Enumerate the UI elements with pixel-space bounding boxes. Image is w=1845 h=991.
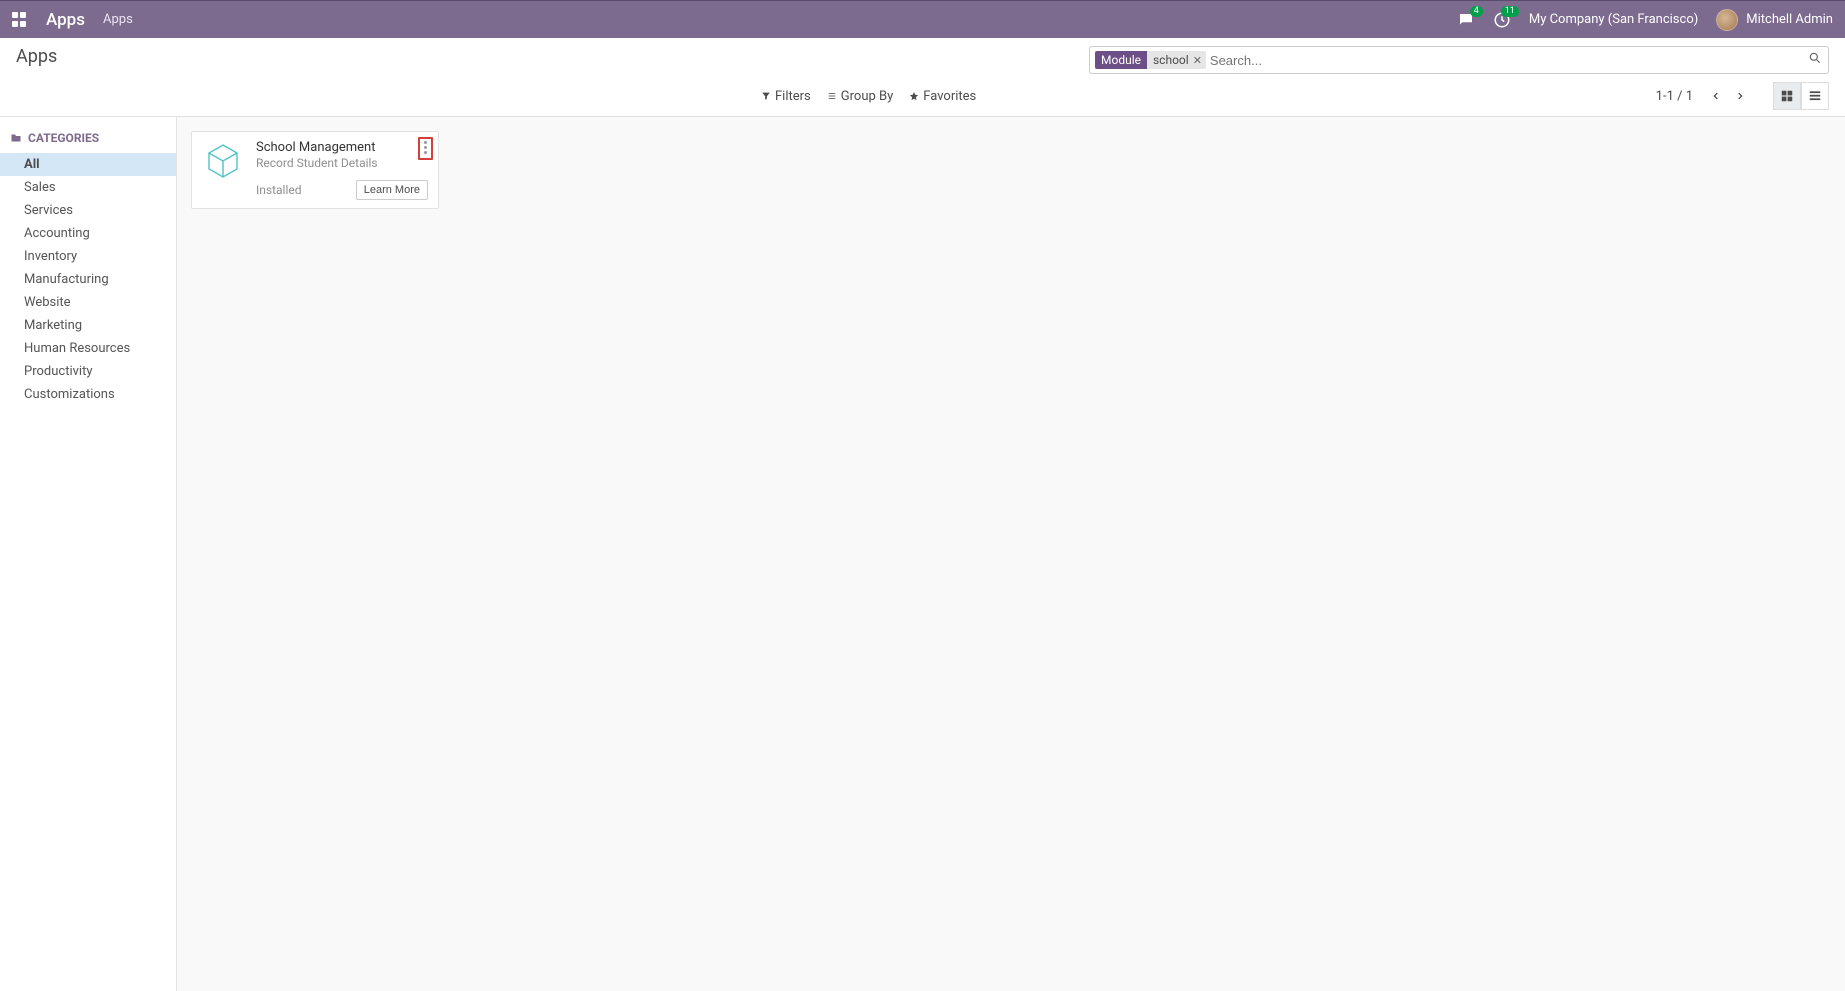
category-productivity[interactable]: Productivity — [0, 360, 176, 383]
filter-bar: Filters Group By Favorites — [761, 89, 976, 104]
module-cube-icon — [202, 140, 244, 182]
app-card[interactable]: School Management Record Student Details… — [191, 131, 439, 209]
apps-menu-icon[interactable] — [12, 12, 28, 28]
list-icon — [827, 91, 837, 101]
kebab-highlight — [418, 137, 433, 160]
favorites-button[interactable]: Favorites — [909, 89, 976, 104]
activities-icon[interactable]: 11 — [1493, 11, 1511, 29]
search-facet-value: school ✕ — [1147, 51, 1206, 69]
kanban-icon — [1780, 89, 1794, 103]
messages-badge: 4 — [1470, 6, 1483, 17]
learn-more-button[interactable]: Learn More — [356, 180, 428, 200]
pager-next-button[interactable] — [1729, 85, 1751, 107]
pager-prev-button[interactable] — [1705, 85, 1727, 107]
page-title: Apps — [16, 46, 57, 67]
list-view-button[interactable] — [1801, 82, 1829, 110]
filters-button[interactable]: Filters — [761, 89, 811, 104]
search-facet-text: school — [1153, 53, 1189, 67]
user-name: Mitchell Admin — [1746, 12, 1833, 27]
navbar-right: 4 11 My Company (San Francisco) Mitchell… — [1457, 9, 1833, 31]
nav-apps-link[interactable]: Apps — [103, 12, 133, 27]
list-view-icon — [1808, 89, 1822, 103]
category-services[interactable]: Services — [0, 199, 176, 222]
control-panel: Apps Module school ✕ Filters — [0, 38, 1845, 117]
pager-text: 1-1 / 1 — [1656, 89, 1693, 104]
messages-icon[interactable]: 4 — [1457, 11, 1475, 29]
top-navbar: Apps Apps 4 11 My Company (San Francisco… — [0, 0, 1845, 38]
app-body: CATEGORIES All Sales Services Accounting… — [0, 117, 1845, 991]
avatar-icon — [1716, 9, 1738, 31]
favorites-label: Favorites — [923, 89, 976, 104]
brand-title[interactable]: Apps — [46, 10, 85, 30]
card-body: School Management Record Student Details… — [256, 140, 428, 200]
search-box[interactable]: Module school ✕ — [1089, 46, 1829, 74]
filters-label: Filters — [775, 89, 811, 104]
category-website[interactable]: Website — [0, 291, 176, 314]
category-accounting[interactable]: Accounting — [0, 222, 176, 245]
module-title: School Management — [256, 140, 428, 155]
pager: 1-1 / 1 — [1656, 85, 1751, 107]
category-list: All Sales Services Accounting Inventory … — [0, 153, 176, 406]
search-input[interactable] — [1206, 53, 1808, 68]
category-all[interactable]: All — [0, 153, 176, 176]
remove-facet-icon[interactable]: ✕ — [1193, 54, 1202, 67]
groupby-button[interactable]: Group By — [827, 89, 894, 104]
user-menu[interactable]: Mitchell Admin — [1716, 9, 1833, 31]
category-customizations[interactable]: Customizations — [0, 383, 176, 406]
view-switcher — [1773, 82, 1829, 110]
module-status: Installed — [256, 183, 302, 197]
kanban-area: School Management Record Student Details… — [177, 117, 1845, 991]
categories-label: CATEGORIES — [28, 131, 99, 145]
activities-badge: 11 — [1501, 6, 1519, 17]
category-marketing[interactable]: Marketing — [0, 314, 176, 337]
folder-icon — [10, 132, 22, 144]
module-menu-icon[interactable] — [424, 141, 427, 154]
search-icon[interactable] — [1808, 51, 1822, 69]
search-facet-type: Module — [1095, 51, 1147, 69]
funnel-icon — [761, 91, 771, 101]
groupby-label: Group By — [841, 89, 894, 104]
module-subtitle: Record Student Details — [256, 156, 428, 170]
categories-header: CATEGORIES — [0, 127, 176, 149]
category-hr[interactable]: Human Resources — [0, 337, 176, 360]
star-icon — [909, 91, 919, 101]
sidebar: CATEGORIES All Sales Services Accounting… — [0, 117, 177, 991]
navbar-left: Apps Apps — [12, 10, 133, 30]
category-manufacturing[interactable]: Manufacturing — [0, 268, 176, 291]
company-name[interactable]: My Company (San Francisco) — [1529, 12, 1698, 27]
kanban-view-button[interactable] — [1773, 82, 1801, 110]
category-inventory[interactable]: Inventory — [0, 245, 176, 268]
category-sales[interactable]: Sales — [0, 176, 176, 199]
